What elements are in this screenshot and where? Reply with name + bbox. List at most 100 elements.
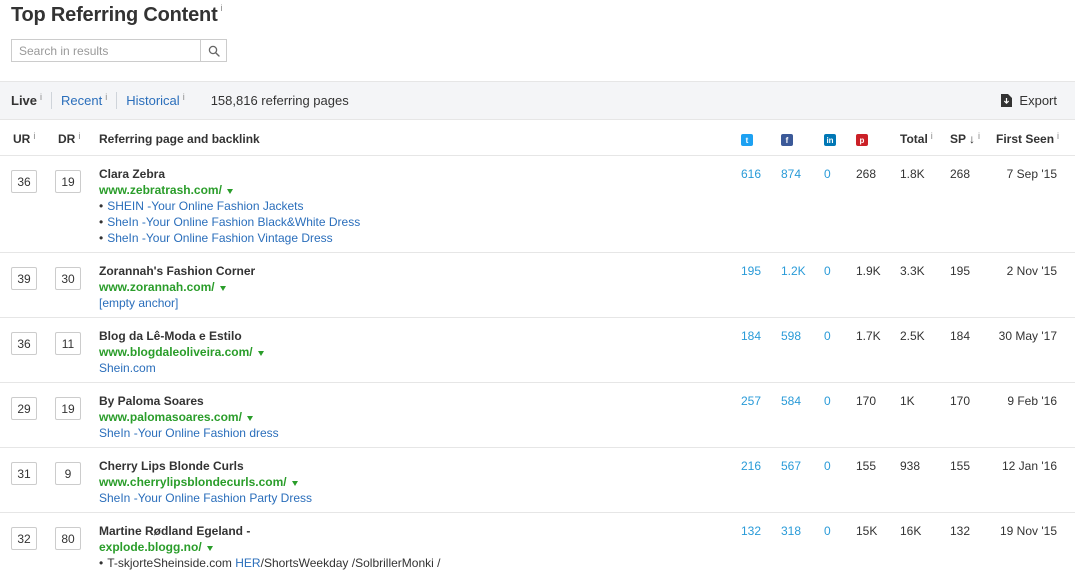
total-count: 938 — [900, 459, 921, 473]
facebook-icon[interactable]: f — [781, 134, 793, 146]
url-dropdown-caret-icon[interactable] — [246, 415, 253, 421]
linkedin-count[interactable]: 0 — [824, 328, 831, 344]
referring-page-url[interactable]: www.palomasoares.com/ — [99, 409, 242, 425]
sp-count: 268 — [950, 167, 971, 181]
tab-historical[interactable]: Historical i — [126, 93, 185, 109]
ur-badge: 32 — [11, 527, 37, 550]
linkedin-count[interactable]: 0 — [824, 166, 831, 182]
bullet-glyph: • — [99, 199, 104, 213]
column-dr[interactable]: DR i — [58, 132, 80, 147]
page-title-wrap: Top Referring Content i — [11, 4, 223, 27]
tab-recent[interactable]: Recent i — [61, 93, 107, 109]
export-file-icon — [1001, 94, 1013, 107]
column-ur[interactable]: UR i — [13, 132, 35, 147]
search-button[interactable] — [200, 40, 226, 61]
column-first-seen[interactable]: First Seen i — [996, 132, 1059, 147]
tab-live-info-icon[interactable]: i — [40, 93, 42, 102]
backlink-anchor[interactable]: HER — [235, 556, 260, 570]
column-first-seen-info-icon[interactable]: i — [1057, 132, 1059, 141]
ur-badge: 39 — [11, 267, 37, 290]
referring-page-url-row: explode.blogg.no/ — [99, 539, 719, 555]
twitter-count[interactable]: 616 — [741, 166, 761, 182]
linkedin-icon[interactable]: in — [824, 134, 836, 146]
backlink-anchor[interactable]: • SheIn -Your Online Fashion Vintage Dres… — [99, 230, 719, 246]
first-seen-date: 9 Feb '16 — [1007, 394, 1057, 408]
facebook-count[interactable]: 584 — [781, 393, 801, 409]
pinterest-count: 15K — [856, 524, 878, 538]
dr-badge: 9 — [55, 462, 81, 485]
backlink-anchor[interactable]: Shein.com — [99, 360, 719, 376]
twitter-count[interactable]: 216 — [741, 458, 761, 474]
column-total-info-icon[interactable]: i — [931, 132, 933, 141]
linkedin-count[interactable]: 0 — [824, 393, 831, 409]
column-dr-info-icon[interactable]: i — [78, 132, 80, 141]
referring-page-url[interactable]: www.blogdaleoliveira.com/ — [99, 344, 253, 360]
referring-page-title: Zorannah's Fashion Corner — [99, 264, 256, 278]
backlink-anchor[interactable]: • SheIn -Your Online Fashion Black&White … — [99, 214, 719, 230]
tab-live[interactable]: Live i — [11, 93, 42, 109]
anchor-suffix: /ShortsWeekday /SolbrillerMonki / — [260, 556, 441, 570]
total-count: 16K — [900, 524, 922, 538]
facebook-count[interactable]: 874 — [781, 166, 801, 182]
referring-page-title: Clara Zebra — [99, 167, 166, 181]
sp-count: 132 — [950, 524, 971, 538]
sp-count: 195 — [950, 264, 971, 278]
column-total[interactable]: Total i — [900, 132, 933, 147]
column-total-label: Total — [900, 132, 928, 146]
linkedin-count[interactable]: 0 — [824, 523, 831, 539]
url-dropdown-caret-icon[interactable] — [219, 285, 226, 291]
total-count: 2.5K — [900, 329, 925, 343]
column-sp[interactable]: SP ↓ i — [950, 132, 980, 147]
dr-badge: 19 — [55, 170, 81, 193]
backlink-anchor[interactable]: [empty anchor] — [99, 295, 719, 311]
referring-page-cell: By Paloma Soares www.palomasoares.com/ S… — [99, 393, 719, 441]
referring-page-url[interactable]: www.zorannah.com/ — [99, 279, 215, 295]
facebook-count[interactable]: 598 — [781, 328, 801, 344]
search-icon — [208, 45, 220, 57]
linkedin-count[interactable]: 0 — [824, 263, 831, 279]
twitter-count[interactable]: 257 — [741, 393, 761, 409]
facebook-count[interactable]: 1.2K — [781, 263, 806, 279]
tab-divider — [116, 92, 118, 109]
table-row: 39 30 Zorannah's Fashion Corner www.zora… — [0, 253, 1075, 318]
tab-historical-info-icon[interactable]: i — [183, 93, 185, 102]
facebook-count[interactable]: 567 — [781, 458, 801, 474]
search-input[interactable] — [12, 40, 200, 61]
page-title: Top Referring Content — [11, 4, 218, 26]
first-seen-date: 7 Sep '15 — [1006, 167, 1057, 181]
referring-page-url[interactable]: www.zebratrash.com/ — [99, 182, 222, 198]
referring-page-cell: Zorannah's Fashion Corner www.zorannah.c… — [99, 263, 719, 311]
ur-badge: 36 — [11, 170, 37, 193]
referring-page-url-row: www.cherrylipsblondecurls.com/ — [99, 474, 719, 490]
title-info-icon[interactable]: i — [221, 4, 223, 13]
sp-count: 184 — [950, 329, 971, 343]
column-dr-label: DR — [58, 132, 76, 146]
referring-page-url[interactable]: explode.blogg.no/ — [99, 539, 202, 555]
url-dropdown-caret-icon[interactable] — [226, 188, 233, 194]
pinterest-icon[interactable]: p — [856, 134, 868, 146]
ur-badge: 31 — [11, 462, 37, 485]
referring-page-url[interactable]: www.cherrylipsblondecurls.com/ — [99, 474, 287, 490]
facebook-count[interactable]: 318 — [781, 523, 801, 539]
linkedin-count[interactable]: 0 — [824, 458, 831, 474]
backlink-anchor[interactable]: SheIn -Your Online Fashion Party Dress — [99, 490, 719, 506]
column-sp-info-icon[interactable]: i — [978, 132, 980, 141]
twitter-count[interactable]: 195 — [741, 263, 761, 279]
sort-desc-icon: ↓ — [969, 132, 976, 146]
twitter-icon[interactable]: t — [741, 134, 753, 146]
column-ur-info-icon[interactable]: i — [33, 132, 35, 141]
tab-recent-info-icon[interactable]: i — [105, 93, 107, 102]
twitter-count[interactable]: 132 — [741, 523, 761, 539]
url-dropdown-caret-icon[interactable] — [206, 545, 213, 551]
url-dropdown-caret-icon[interactable] — [257, 350, 264, 356]
dr-badge: 80 — [55, 527, 81, 550]
backlink-anchor[interactable]: SheIn -Your Online Fashion dress — [99, 425, 719, 441]
export-button[interactable]: Export — [1001, 93, 1057, 108]
referring-pages-count: 158,816 referring pages — [210, 93, 349, 108]
sp-count: 155 — [950, 459, 971, 473]
pinterest-count: 268 — [856, 167, 877, 181]
tab-live-label: Live — [11, 93, 38, 108]
backlink-anchor[interactable]: • SHEIN -Your Online Fashion Jackets — [99, 198, 719, 214]
twitter-count[interactable]: 184 — [741, 328, 761, 344]
url-dropdown-caret-icon[interactable] — [291, 480, 298, 486]
